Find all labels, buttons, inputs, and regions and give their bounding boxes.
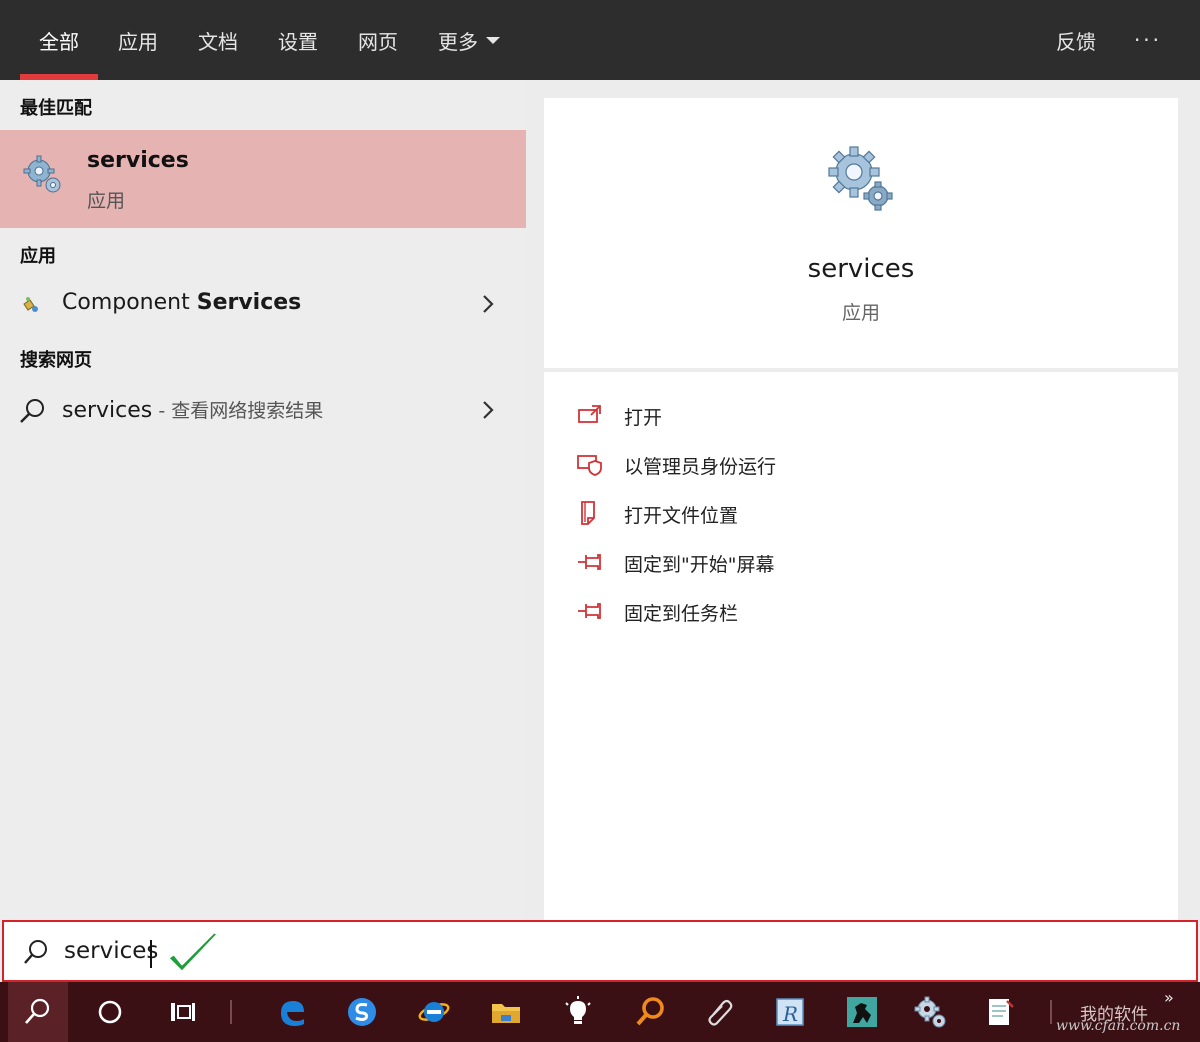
- chevron-right-icon[interactable]: [480, 292, 496, 316]
- svg-text:R: R: [782, 1002, 798, 1026]
- taskbar-ie[interactable]: [404, 982, 464, 1042]
- action-open-label: 打开: [624, 407, 663, 429]
- gear-icon: [914, 996, 946, 1028]
- chevron-right-icon[interactable]: [480, 398, 496, 422]
- search-input[interactable]: services: [64, 938, 158, 968]
- taskbar-edge[interactable]: [262, 982, 322, 1042]
- edge-icon: [281, 1001, 304, 1026]
- taskbar-r-app[interactable]: R: [760, 982, 820, 1042]
- section-best-match: 最佳匹配: [20, 98, 92, 119]
- tab-all-label: 全部: [39, 29, 79, 54]
- tab-more-dropdown[interactable]: 更多: [426, 0, 512, 80]
- tab-settings-label: 设置: [278, 29, 318, 54]
- taskbar-notepad[interactable]: [970, 982, 1030, 1042]
- folder-icon: [492, 1004, 520, 1023]
- feedback-button[interactable]: 反馈: [1044, 0, 1108, 80]
- taskbar-separator: [230, 1000, 232, 1024]
- app-result-prefix: Component: [62, 290, 197, 315]
- taskbar-search-app[interactable]: [620, 982, 680, 1042]
- search-box: services: [2, 920, 1198, 982]
- action-pin-to-start-label: 固定到"开始"屏幕: [624, 554, 775, 576]
- search-icon: [25, 998, 50, 1024]
- sogou-icon: [348, 998, 376, 1026]
- tab-documents-label: 文档: [198, 29, 238, 54]
- text-cursor: [150, 940, 152, 968]
- cortana-circle-icon: [98, 1000, 122, 1024]
- filter-tab-bar: 全部 应用 文档 设置 网页 更多 反馈 ···: [0, 0, 1200, 80]
- tab-settings[interactable]: 设置: [266, 0, 330, 80]
- best-match-name: services: [87, 148, 189, 173]
- section-apps: 应用: [20, 246, 56, 267]
- taskbar-overflow-chevron[interactable]: »: [1164, 988, 1174, 1007]
- action-pin-to-taskbar[interactable]: 固定到任务栏: [576, 590, 976, 630]
- gears-icon: [23, 155, 61, 193]
- taskbar: R 我的软件 »: [0, 982, 1200, 1042]
- taskbar-sogou[interactable]: [332, 982, 392, 1042]
- task-view-icon: [171, 1003, 195, 1021]
- gears-icon: [828, 146, 893, 211]
- taskbar-file-explorer[interactable]: [476, 982, 536, 1042]
- taskbar-services-app[interactable]: [900, 982, 960, 1042]
- taskbar-search-button[interactable]: [8, 982, 68, 1042]
- app-result-highlight: Services: [196, 290, 302, 315]
- taskbar-task-view-button[interactable]: [152, 982, 212, 1042]
- notepad-icon: [989, 999, 1014, 1025]
- web-result-label: services - 查看网络搜索结果: [62, 396, 323, 423]
- r-app-icon: R: [776, 998, 804, 1026]
- open-icon: [578, 405, 601, 423]
- feedback-label: 反馈: [1056, 29, 1096, 54]
- tab-web-label: 网页: [358, 29, 398, 54]
- checkmark-icon: [166, 930, 220, 974]
- caret-down-icon: [486, 36, 500, 44]
- section-web: 搜索网页: [20, 350, 92, 371]
- tab-more-label: 更多: [438, 29, 478, 54]
- tab-apps[interactable]: 应用: [106, 0, 170, 80]
- action-open-file-location[interactable]: 打开文件位置: [576, 492, 976, 532]
- app-result-label: Component Services: [62, 290, 301, 315]
- results-panel: 最佳匹配 services 应用 应用 Component Services 搜…: [0, 80, 526, 920]
- best-match-type: 应用: [87, 190, 126, 212]
- pin-icon: [578, 554, 601, 570]
- taskbar-horse-app[interactable]: [832, 982, 892, 1042]
- tab-web[interactable]: 网页: [346, 0, 410, 80]
- watermark: www.cfan.com.cn: [1056, 1018, 1181, 1034]
- web-result-suffix: - 查看网络搜索结果: [152, 400, 324, 422]
- taskbar-cortana-button[interactable]: [80, 982, 140, 1042]
- action-pin-to-taskbar-label: 固定到任务栏: [624, 603, 739, 625]
- file-location-icon: [581, 501, 595, 525]
- magnifier-app-icon: [636, 997, 664, 1026]
- shield-admin-icon: [577, 455, 602, 476]
- action-open-file-location-label: 打开文件位置: [624, 505, 739, 527]
- preview-title: services: [807, 254, 915, 284]
- component-services-icon: [23, 297, 38, 312]
- taskbar-tips[interactable]: [548, 982, 608, 1042]
- more-options-button[interactable]: ···: [1124, 0, 1172, 80]
- tab-all[interactable]: 全部: [20, 0, 98, 80]
- horse-app-icon: [847, 997, 877, 1027]
- action-pin-to-start[interactable]: 固定到"开始"屏幕: [576, 541, 976, 581]
- lightbulb-icon: [565, 996, 591, 1024]
- browser-e-icon: [418, 1002, 450, 1022]
- taskbar-paperclip-app[interactable]: [690, 982, 750, 1042]
- tab-apps-label: 应用: [118, 29, 158, 54]
- taskbar-separator: [1050, 1000, 1052, 1024]
- app-result-component-services[interactable]: Component Services: [0, 278, 526, 330]
- tab-documents[interactable]: 文档: [186, 0, 250, 80]
- paperclip-icon: [708, 999, 733, 1026]
- pin-icon: [578, 603, 601, 619]
- actions-card: 打开 以管理员身份运行 打开文件位置 固定到"开始"屏幕 固定到任务栏: [544, 372, 1178, 920]
- action-open[interactable]: 打开: [576, 394, 976, 434]
- action-run-as-admin[interactable]: 以管理员身份运行: [576, 443, 976, 483]
- search-icon: [20, 399, 44, 423]
- web-result-query: services: [62, 398, 153, 423]
- search-icon: [24, 940, 47, 964]
- preview-subtitle: 应用: [841, 302, 880, 324]
- preview-card: services 应用: [544, 98, 1178, 368]
- web-result-services[interactable]: services - 查看网络搜索结果: [0, 384, 526, 436]
- best-match-result[interactable]: services 应用: [0, 130, 526, 228]
- ellipsis-icon: ···: [1133, 28, 1163, 52]
- action-run-as-admin-label: 以管理员身份运行: [624, 456, 777, 478]
